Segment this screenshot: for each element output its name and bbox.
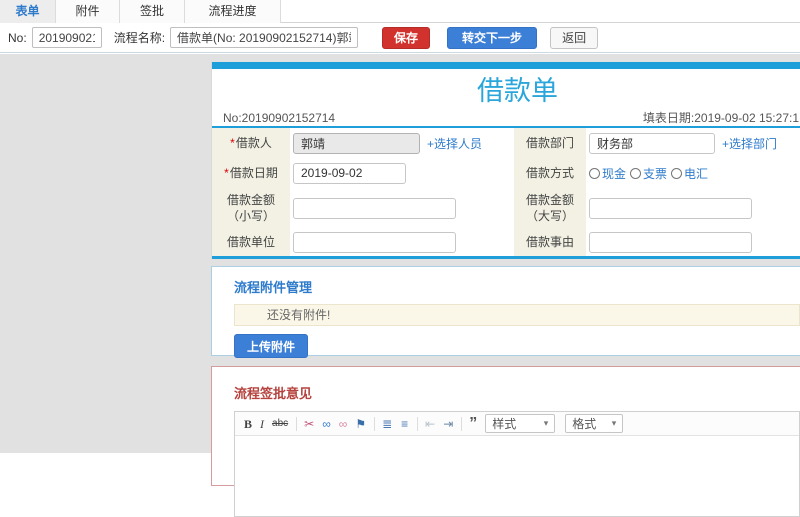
form-title: 借款单	[477, 76, 558, 106]
styles-dropdown[interactable]: 样式 ▾	[485, 414, 556, 433]
process-name-input[interactable]	[170, 27, 359, 48]
radio-cheque[interactable]: 支票	[630, 165, 667, 182]
amount-lowercase-input[interactable]	[293, 197, 456, 219]
loan-reason-label: 借款事由	[514, 228, 586, 256]
toolbar-separator	[374, 416, 376, 431]
attachment-section-heading: 流程附件管理	[234, 280, 313, 295]
forward-next-step-button[interactable]: 转交下一步	[447, 26, 538, 49]
format-dropdown[interactable]: 格式 ▾	[565, 414, 624, 433]
no-input[interactable]	[31, 27, 102, 48]
no-attachments-alert: 还没有附件!	[234, 304, 800, 326]
department-input[interactable]	[589, 132, 715, 154]
tab-attachments[interactable]: 附件	[56, 0, 120, 23]
outdent-icon[interactable]: ⇤	[425, 412, 435, 436]
bold-icon[interactable]: B	[244, 412, 252, 436]
radio-cash[interactable]: 现金	[589, 165, 626, 182]
blockquote-icon[interactable]: ”	[469, 415, 477, 431]
department-label: 借款部门	[514, 128, 586, 158]
form-number-text: No:20190902152714	[223, 110, 336, 125]
numbered-list-icon[interactable]: ≣	[382, 412, 393, 436]
toolbar-separator	[417, 416, 419, 431]
editor-content-area[interactable]	[235, 436, 799, 516]
toolbar-separator	[461, 416, 463, 431]
loan-reason-input[interactable]	[589, 231, 752, 253]
remove-format-icon[interactable]: ✂	[304, 412, 314, 436]
cheque-radio[interactable]	[630, 167, 642, 179]
loan-form-card: 借款单 No:20190902152714 填表日期:2019-09-02 15…	[211, 62, 800, 259]
anchor-flag-icon[interactable]: ⚑	[355, 412, 366, 436]
save-button[interactable]: 保存	[382, 26, 431, 49]
tab-approval[interactable]: 签批	[120, 0, 185, 23]
upload-attachment-button[interactable]: 上传附件	[234, 334, 309, 358]
loan-form-grid: *借款人 +选择人员 借款部门 +选择部门 *借款日期 借款方式	[212, 128, 800, 256]
required-mark: *	[230, 136, 235, 150]
loan-unit-label: 借款单位	[212, 228, 290, 256]
borrower-input	[293, 132, 420, 154]
indent-icon[interactable]: ⇥	[443, 412, 453, 436]
caret-down-icon: ▾	[543, 418, 549, 428]
amount-uppercase-label: 借款金额（大写）	[514, 188, 586, 228]
caret-down-icon: ▾	[611, 418, 617, 428]
bullet-list-icon[interactable]: ≡	[401, 412, 409, 436]
form-meta-row: No:20190902152714 填表日期:2019-09-02 15:27:…	[212, 111, 800, 128]
process-name-label: 流程名称:	[113, 31, 166, 45]
required-mark: *	[224, 166, 229, 180]
tab-process-progress[interactable]: 流程进度	[185, 0, 281, 23]
select-person-link[interactable]: +选择人员	[427, 135, 482, 152]
amount-lowercase-label: 借款金额（小写）	[212, 188, 290, 228]
borrower-label: *借款人	[212, 128, 290, 158]
loan-method-radio-group: 现金 支票 电汇	[586, 158, 800, 188]
tab-form[interactable]: 表单	[0, 0, 56, 23]
rich-text-editor: B I abc ✂ ∞ ∞ ⚑ ≣ ≡ ⇤ ⇥ ” 样式 ▾ 格式 ▾	[234, 411, 800, 517]
panel-top-accent-bar	[212, 62, 800, 69]
wire-transfer-radio[interactable]	[671, 167, 683, 179]
back-button[interactable]: 返回	[550, 26, 599, 49]
loan-unit-input[interactable]	[293, 231, 456, 253]
radio-wire[interactable]: 电汇	[671, 165, 708, 182]
select-department-link[interactable]: +选择部门	[722, 135, 777, 152]
loan-method-label: 借款方式	[514, 158, 586, 188]
panel-bottom-accent-bar	[212, 256, 800, 259]
amount-uppercase-input[interactable]	[589, 197, 752, 219]
toolbar-row: No: 流程名称: 保存 转交下一步 返回	[0, 23, 800, 53]
unlink-icon[interactable]: ∞	[339, 412, 348, 436]
loan-date-label: *借款日期	[212, 158, 290, 188]
top-tab-bar: 表单 附件 签批 流程进度	[0, 0, 800, 23]
cash-radio[interactable]	[589, 167, 600, 179]
toolbar-separator	[296, 416, 298, 431]
no-label: No:	[8, 30, 27, 45]
approval-opinion-card: 流程签批意见 B I abc ✂ ∞ ∞ ⚑ ≣ ≡ ⇤ ⇥ ” 样式 ▾ 格式…	[211, 366, 800, 517]
loan-date-input[interactable]	[293, 162, 406, 184]
italic-icon[interactable]: I	[260, 412, 264, 436]
strikethrough-icon[interactable]: abc	[272, 412, 288, 436]
form-fill-date-text: 填表日期:2019-09-02 15:27:1	[642, 111, 799, 125]
link-icon[interactable]: ∞	[322, 412, 331, 436]
attachment-management-card: 流程附件管理 还没有附件! 上传附件	[211, 266, 800, 358]
editor-toolbar: B I abc ✂ ∞ ∞ ⚑ ≣ ≡ ⇤ ⇥ ” 样式 ▾ 格式 ▾	[235, 412, 799, 436]
approval-section-heading: 流程签批意见	[234, 386, 313, 401]
main-panel: 借款单 No:20190902152714 填表日期:2019-09-02 15…	[211, 62, 800, 517]
